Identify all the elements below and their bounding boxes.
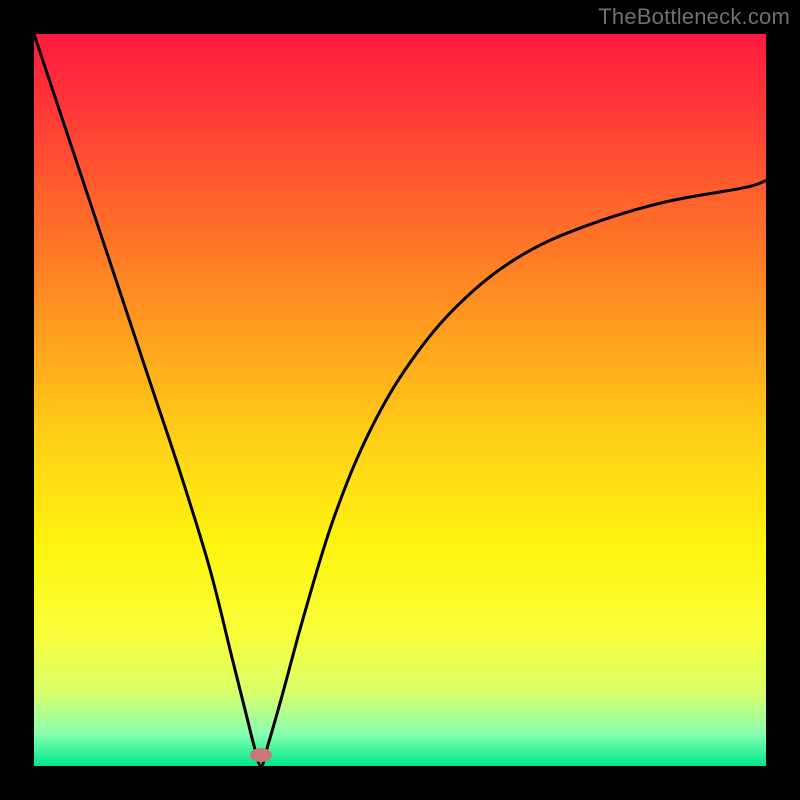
plot-area-gradient bbox=[34, 34, 766, 766]
outer-frame: TheBottleneck.com bbox=[0, 0, 800, 800]
bottleneck-chart bbox=[0, 0, 800, 800]
watermark-text: TheBottleneck.com bbox=[598, 4, 790, 30]
optimum-marker bbox=[250, 748, 272, 762]
